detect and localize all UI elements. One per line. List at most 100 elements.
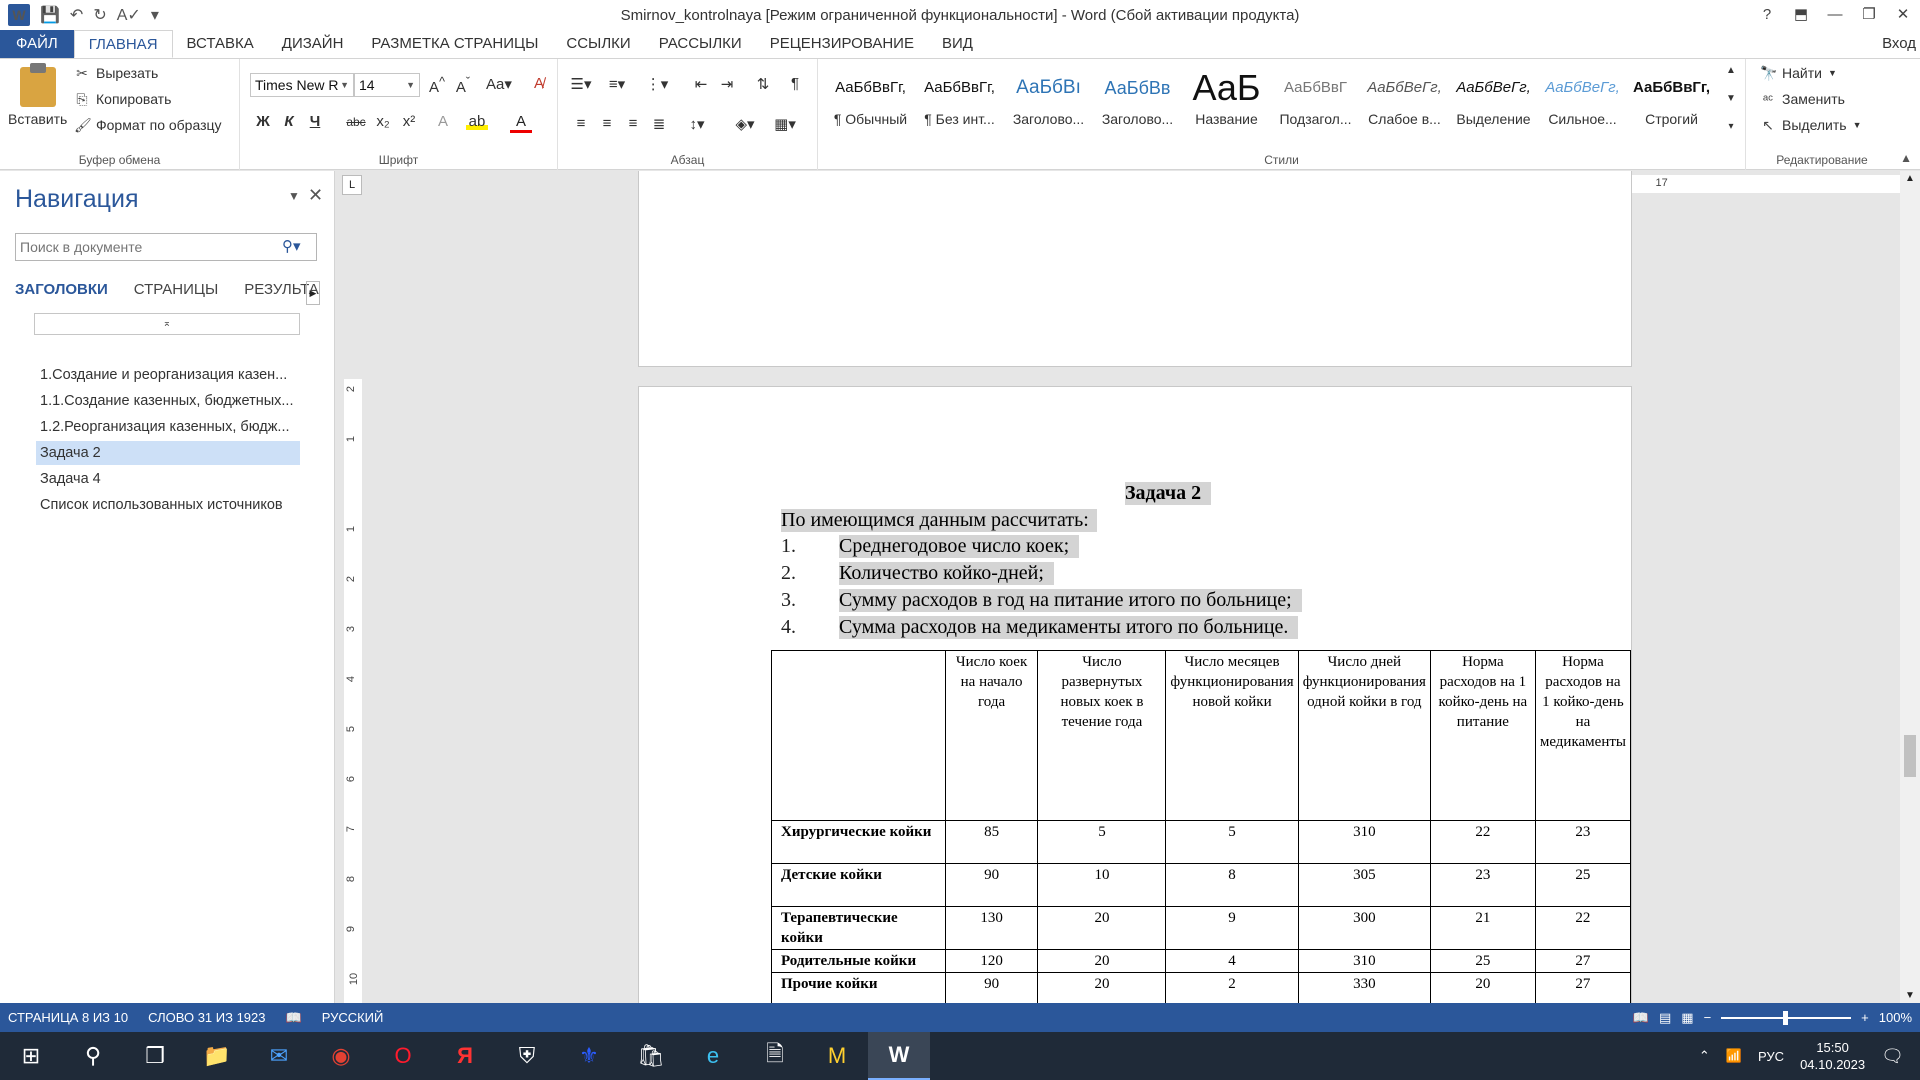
list-item[interactable]: Среднегодовое число коек; [839,535,1080,558]
bullets-icon[interactable]: ☰▾ [566,75,596,93]
paste-button[interactable]: Вставить [8,63,67,127]
opera-icon[interactable]: O [372,1032,434,1080]
table-header-cell[interactable]: Число дней функционирования одной койки … [1297,650,1431,821]
close-button[interactable]: ✕ [1886,0,1920,30]
nav-heading-item[interactable]: 1.2.Реорганизация казенных, бюдж... [36,415,300,439]
web-layout-icon[interactable]: ▦ [1681,1010,1693,1026]
style-no-spacing[interactable]: АаБбВвГг, ¶ Без инт... [915,65,1004,145]
nav-heading-item-selected[interactable]: Задача 2 [36,441,300,465]
table-cell[interactable]: 25 [1534,863,1632,907]
scroll-up-icon[interactable]: ▲ [1905,173,1915,184]
collapse-all-button[interactable]: ⌅ [34,313,300,335]
replace-button[interactable]: ᵃᶜ Заменить [1760,91,1845,107]
table-cell[interactable]: 85 [944,820,1039,864]
styles-more-icon[interactable]: ▾ [1720,121,1742,132]
sort-icon[interactable]: ⇅ [752,75,774,93]
nav-heading-item[interactable]: Задача 4 [36,467,300,491]
table-cell[interactable]: 23 [1534,820,1632,864]
proofing-icon[interactable]: 📖 [286,1010,302,1026]
save-icon[interactable]: 💾 [40,5,60,25]
justify-icon[interactable]: ≣ [648,115,670,133]
input-language[interactable]: РУС [1758,1049,1784,1064]
sign-in-link[interactable]: Вход [1882,30,1916,58]
language-indicator[interactable]: РУССКИЙ [322,1010,384,1025]
table-cell[interactable]: 27 [1534,972,1632,1003]
edge-icon[interactable]: e [682,1032,744,1080]
minimize-button[interactable]: — [1818,0,1852,30]
styles-scroll-up-icon[interactable]: ▲ [1720,65,1742,76]
tab-selector[interactable]: L [342,175,362,195]
table-header-cell[interactable]: Число месяцев функционирования новой кой… [1165,650,1299,821]
table-cell[interactable]: 120 [944,949,1039,973]
style-subtle-emphasis[interactable]: АаБбВеГг, Слабое в... [1360,65,1449,145]
clear-formatting-icon[interactable]: A̸ [528,75,550,92]
word-count[interactable]: СЛОВО 31 ИЗ 1923 [148,1010,265,1025]
shrink-font-icon[interactable]: Aˇ [452,75,474,96]
tab-insert[interactable]: ВСТАВКА [173,30,268,58]
zoom-in-icon[interactable]: + [1861,1010,1869,1025]
table-cell[interactable]: 10 [1037,863,1167,907]
list-item[interactable]: Сумма расходов на медикаменты итого по б… [839,616,1299,639]
highlight-icon[interactable]: ab [466,113,488,130]
font-size-select[interactable]: 14 ▼ [354,73,420,97]
italic-button[interactable]: К [278,113,300,130]
tab-references[interactable]: ССЫЛКИ [552,30,644,58]
table-cell[interactable]: 27 [1534,949,1632,973]
word-app-icon[interactable]: W [8,4,30,26]
format-painter-button[interactable]: 🖌 Формат по образцу [74,117,222,133]
table-cell[interactable]: 25 [1429,949,1536,973]
table-cell[interactable]: 130 [944,906,1039,950]
search-input[interactable] [15,233,317,261]
style-normal[interactable]: АаБбВвГг, ¶ Обычный [826,65,915,145]
multilevel-list-icon[interactable]: ⋮▾ [642,75,672,93]
table-cell[interactable]: 4 [1165,949,1299,973]
network-icon[interactable]: 📶 [1726,1048,1742,1064]
shading-icon[interactable]: ◈▾ [730,115,760,133]
cut-button[interactable]: ✂ Вырезать [74,65,158,81]
close-icon[interactable]: ✕ [308,185,323,206]
zoom-out-icon[interactable]: − [1704,1010,1712,1025]
table-cell[interactable]: 20 [1037,949,1167,973]
table-cell[interactable]: 9 [1165,906,1299,950]
strikethrough-button[interactable]: abc [342,115,370,129]
task-view-icon[interactable]: ❒ [124,1032,186,1080]
table-header-cell[interactable]: Число развернутых новых коек в течение г… [1037,650,1167,821]
chevron-right-icon[interactable]: ▶ [306,281,320,305]
yandex-browser-icon[interactable]: Я [434,1032,496,1080]
data-table[interactable]: Число коек на начало года Число разверну… [771,650,1632,1003]
table-cell[interactable]: 310 [1297,949,1431,973]
chrome-icon[interactable]: ◉ [310,1032,372,1080]
underline-button[interactable]: Ч [304,113,326,130]
table-cell[interactable]: 2 [1165,972,1299,1003]
spelling-icon[interactable]: A✓ [117,5,141,25]
bold-button[interactable]: Ж [252,113,274,130]
table-header-cell[interactable] [771,650,946,821]
numbering-icon[interactable]: ≡▾ [602,75,632,93]
table-header-cell[interactable]: Норма расходов на 1 койко-день на питани… [1429,650,1536,821]
grow-font-icon[interactable]: A^ [426,75,448,96]
align-right-icon[interactable]: ≡ [622,115,644,132]
table-cell[interactable]: 22 [1534,906,1632,950]
style-emphasis[interactable]: АаБбВеГг, Выделение [1449,65,1538,145]
nav-heading-item[interactable]: Список использованных источников [36,493,300,517]
restore-button[interactable]: ❐ [1852,0,1886,30]
align-left-icon[interactable]: ≡ [570,115,592,132]
tab-mailings[interactable]: РАССЫЛКИ [645,30,756,58]
decrease-indent-icon[interactable]: ⇤ [690,75,712,93]
borders-icon[interactable]: ▦▾ [770,115,800,133]
table-cell[interactable]: 20 [1037,972,1167,1003]
tab-view[interactable]: ВИД [928,30,987,58]
list-item[interactable]: Количество койко-дней; [839,562,1054,585]
nav-heading-item[interactable]: 1.1.Создание казенных, бюджетных... [36,389,300,413]
style-strong[interactable]: АаБбВвГг, Строгий [1627,65,1716,145]
table-cell[interactable]: 330 [1297,972,1431,1003]
document-icon[interactable]: 🗎 [744,1032,806,1080]
file-explorer-icon[interactable]: 📁 [186,1032,248,1080]
table-cell[interactable]: 21 [1429,906,1536,950]
table-cell[interactable]: 8 [1165,863,1299,907]
word-taskbar-icon[interactable]: W [868,1032,930,1080]
table-cell[interactable]: 23 [1429,863,1536,907]
find-button[interactable]: 🔭 Найти ▼ [1760,65,1837,81]
table-cell[interactable]: 20 [1429,972,1536,1003]
tab-pages[interactable]: СТРАНИЦЫ [134,281,219,298]
